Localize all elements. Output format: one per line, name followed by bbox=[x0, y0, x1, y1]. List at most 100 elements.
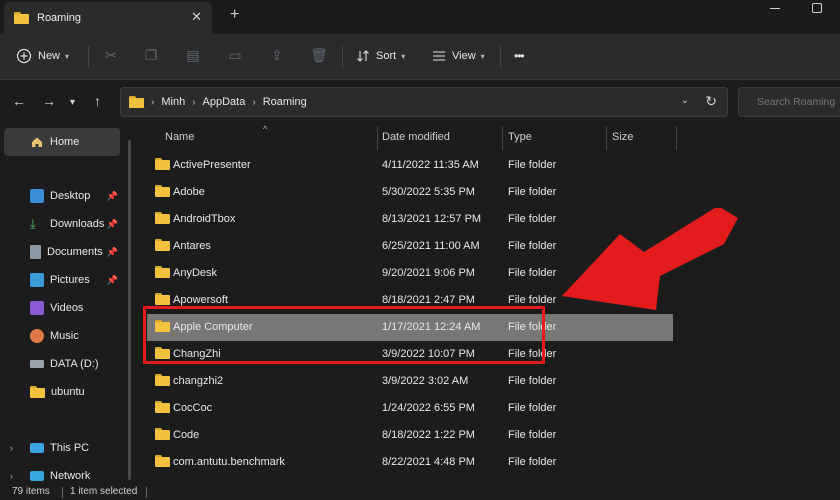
new-button[interactable]: New ▾ bbox=[16, 45, 69, 67]
recent-locations-icon[interactable]: ▾ bbox=[70, 95, 75, 111]
refresh-icon[interactable]: ↻ bbox=[705, 93, 717, 110]
more-options-button[interactable]: ••• bbox=[514, 45, 525, 67]
divider bbox=[146, 487, 147, 498]
divider bbox=[500, 46, 501, 68]
command-bar: New ▾ ✂ ❐ ▤ ▭ ⇪ 🗑 Sort ▾ View ▾ ••• bbox=[0, 34, 840, 80]
folder-icon bbox=[155, 455, 170, 467]
divider bbox=[342, 46, 343, 68]
file-name: ChangZhi bbox=[173, 348, 221, 360]
paste-icon[interactable]: ▤ bbox=[184, 46, 202, 64]
file-name: ActivePresenter bbox=[173, 159, 251, 171]
item-count: 79 items bbox=[12, 486, 50, 497]
view-list-icon bbox=[433, 51, 445, 61]
pin-icon[interactable]: 📌 bbox=[107, 247, 118, 258]
file-name: Antares bbox=[173, 240, 211, 252]
minimize-button[interactable] bbox=[770, 8, 780, 9]
sidebar-item-label: Videos bbox=[50, 302, 84, 314]
address-bar[interactable]: › Minh › AppData › Roaming ⌄ ↻ bbox=[120, 87, 728, 117]
sidebar-item-ubuntu[interactable]: ubuntu bbox=[0, 380, 126, 404]
this-pc-icon bbox=[30, 443, 44, 453]
sidebar-scrollbar[interactable] bbox=[128, 140, 131, 480]
rename-icon[interactable]: ▭ bbox=[226, 46, 244, 64]
file-type: File folder bbox=[508, 348, 557, 360]
file-type: File folder bbox=[508, 159, 557, 171]
file-date: 9/20/2021 9:06 PM bbox=[382, 267, 475, 279]
share-icon[interactable]: ⇪ bbox=[268, 46, 286, 64]
forward-arrow-icon[interactable]: → bbox=[42, 93, 56, 109]
close-tab-icon[interactable]: ✕ bbox=[191, 9, 202, 25]
view-button[interactable]: View ▾ bbox=[432, 45, 485, 67]
sidebar-item-label: DATA (D:) bbox=[50, 358, 99, 370]
sidebar-item-music[interactable]: Music bbox=[0, 324, 126, 348]
tab-roaming[interactable]: Roaming ✕ bbox=[4, 2, 212, 34]
delete-icon[interactable]: 🗑 bbox=[310, 46, 328, 64]
red-arrow-annotation bbox=[562, 208, 738, 310]
sidebar-item-videos[interactable]: Videos bbox=[0, 296, 126, 320]
column-header-size[interactable]: Size bbox=[612, 131, 633, 143]
sidebar-item-home[interactable]: Home bbox=[4, 128, 120, 156]
column-header-date[interactable]: Date modified bbox=[382, 131, 450, 143]
file-date: 8/18/2022 1:22 PM bbox=[382, 429, 475, 441]
file-type: File folder bbox=[508, 186, 557, 198]
breadcrumb-roaming[interactable]: Roaming bbox=[263, 96, 307, 108]
up-arrow-icon[interactable]: ↑ bbox=[94, 93, 101, 109]
selection-count: 1 item selected bbox=[70, 486, 138, 497]
file-type: File folder bbox=[508, 213, 557, 225]
column-divider[interactable] bbox=[502, 126, 503, 150]
file-date: 1/17/2021 12:24 AM bbox=[382, 321, 481, 333]
sidebar-item-label: Network bbox=[50, 470, 91, 482]
sidebar-item-label: Pictures bbox=[50, 274, 90, 286]
cut-icon[interactable]: ✂ bbox=[102, 46, 120, 64]
pictures-icon bbox=[30, 273, 44, 287]
folder-icon bbox=[14, 12, 29, 24]
sidebar-item-this-pc[interactable]: › This PC bbox=[0, 436, 126, 460]
list-item[interactable]: ChangZhi 3/9/2022 10:07 PM File folder bbox=[147, 341, 673, 368]
file-date: 8/13/2021 12:57 PM bbox=[382, 213, 482, 225]
sort-ascending-icon: ^ bbox=[263, 124, 268, 134]
copy-icon[interactable]: ❐ bbox=[142, 46, 160, 64]
chevron-right-icon[interactable]: › bbox=[10, 443, 13, 453]
plus-circle-icon bbox=[16, 48, 32, 64]
list-item[interactable]: com.antutu.benchmark 8/22/2021 4:48 PM F… bbox=[147, 449, 673, 476]
list-item-selected[interactable]: Apple Computer 1/17/2021 12:24 AM File f… bbox=[147, 314, 673, 341]
folder-icon bbox=[155, 428, 170, 440]
sidebar-item-data-drive[interactable]: DATA (D:) bbox=[0, 352, 126, 376]
sidebar-item-downloads[interactable]: ⤓ Downloads 📌 bbox=[0, 212, 126, 236]
sidebar-item-desktop[interactable]: Desktop 📌 bbox=[0, 184, 126, 208]
sidebar-item-pictures[interactable]: Pictures 📌 bbox=[0, 268, 126, 292]
folder-icon bbox=[155, 293, 170, 305]
column-divider[interactable] bbox=[676, 126, 677, 150]
column-divider[interactable] bbox=[606, 126, 607, 150]
breadcrumb-minh[interactable]: Minh bbox=[161, 96, 185, 108]
status-bar: 79 items 1 item selected bbox=[0, 484, 840, 500]
new-label: New bbox=[38, 50, 61, 62]
list-item[interactable]: Adobe 5/30/2022 5:35 PM File folder bbox=[147, 179, 673, 206]
list-item[interactable]: changzhi2 3/9/2022 3:02 AM File folder bbox=[147, 368, 673, 395]
column-header-type[interactable]: Type bbox=[508, 131, 532, 143]
list-item[interactable]: ActivePresenter 4/11/2022 11:35 AM File … bbox=[147, 152, 673, 179]
file-type: File folder bbox=[508, 240, 557, 252]
pin-icon[interactable]: 📌 bbox=[107, 191, 118, 202]
back-arrow-icon[interactable]: ← bbox=[12, 93, 26, 109]
search-input[interactable] bbox=[757, 96, 840, 108]
tab-title: Roaming bbox=[37, 12, 82, 24]
maximize-button[interactable] bbox=[812, 3, 822, 13]
pin-icon[interactable]: 📌 bbox=[107, 275, 118, 286]
column-header-name[interactable]: Name bbox=[165, 131, 194, 143]
sidebar-item-documents[interactable]: Documents 📌 bbox=[0, 240, 126, 264]
sidebar-item-label: Desktop bbox=[50, 190, 91, 202]
folder-icon bbox=[129, 96, 144, 108]
search-box[interactable] bbox=[738, 87, 840, 117]
music-icon bbox=[30, 329, 44, 343]
chevron-down-icon: ▾ bbox=[65, 51, 70, 61]
new-tab-button[interactable]: + bbox=[230, 6, 239, 24]
list-item[interactable]: Code 8/18/2022 1:22 PM File folder bbox=[147, 422, 673, 449]
chevron-right-icon[interactable]: › bbox=[10, 471, 13, 481]
sort-button[interactable]: Sort ▾ bbox=[356, 45, 405, 67]
folder-icon bbox=[155, 266, 170, 278]
list-item[interactable]: CocCoc 1/24/2022 6:55 PM File folder bbox=[147, 395, 673, 422]
pin-icon[interactable]: 📌 bbox=[107, 219, 118, 230]
breadcrumb-appdata[interactable]: AppData bbox=[203, 96, 246, 108]
column-divider[interactable] bbox=[377, 126, 378, 150]
chevron-down-icon[interactable]: ⌄ bbox=[681, 95, 689, 106]
